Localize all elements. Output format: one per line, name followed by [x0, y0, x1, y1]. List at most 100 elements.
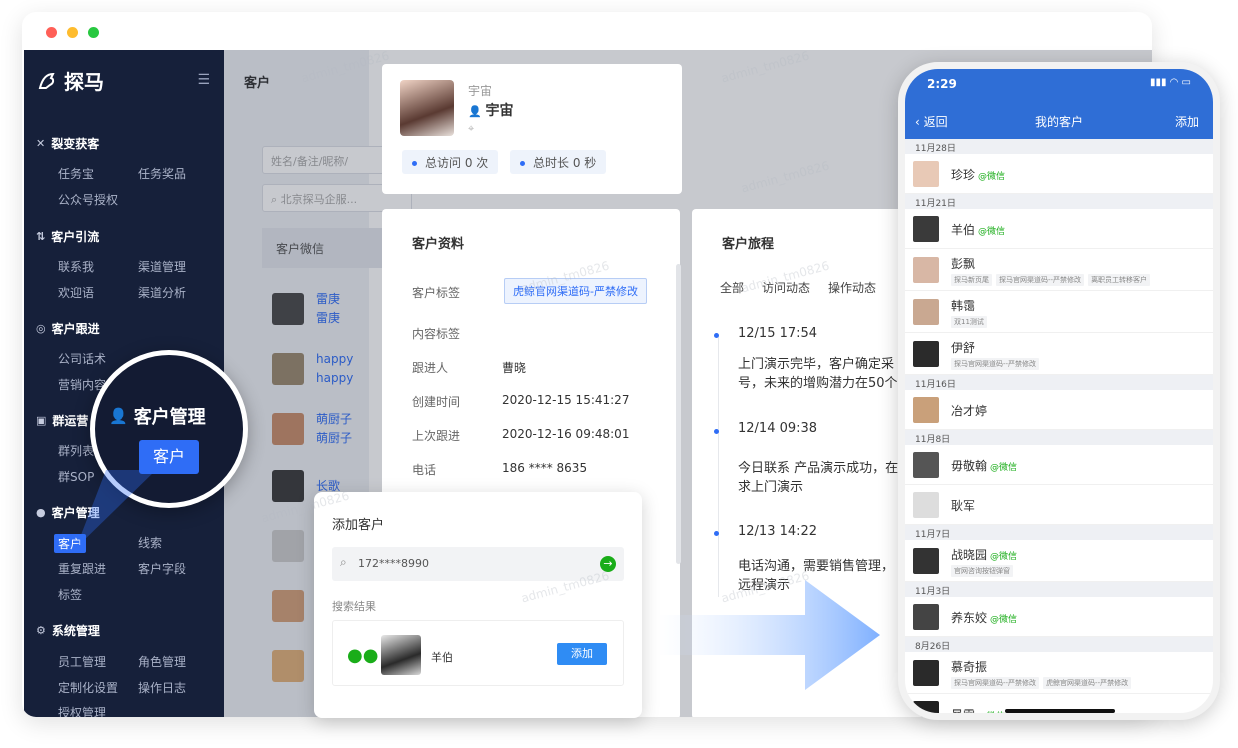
section-group[interactable]: ▣ 群运营 — [36, 412, 88, 429]
menu-channel-manage[interactable]: 渠道管理 — [138, 258, 186, 275]
field-value: 186 **** 8635 — [502, 461, 588, 475]
phone-add-button[interactable]: 添加 — [1175, 113, 1199, 130]
results-label: 搜索结果 — [332, 600, 376, 613]
minimize-dot[interactable] — [67, 27, 78, 38]
add-button[interactable]: 添加 — [557, 643, 607, 665]
section-system[interactable]: ⚙ 系统管理 — [36, 622, 100, 639]
customer-name: 韩霭 — [951, 297, 975, 314]
customer-tag: 探马官网渠道码--严禁修改 — [951, 358, 1040, 370]
profile-subname: 宇宙 — [468, 84, 493, 98]
field-label: 内容标签 — [412, 327, 461, 341]
customer-name: 珍珍 @微信 — [951, 166, 1005, 183]
search-icon: ⌕ — [340, 555, 347, 569]
menu-task-bao[interactable]: 任务宝 — [58, 165, 94, 182]
list-item[interactable]: 羊伯 @微信 — [905, 209, 1213, 249]
wechat-label: @微信 — [978, 227, 1006, 237]
avatar — [913, 341, 939, 367]
customer-name-text: 慕奇振 — [951, 660, 988, 674]
tag-list: 探马官网渠道码--严禁修改 — [951, 358, 1040, 370]
wechat-label: @微信 — [978, 172, 1006, 182]
event-date: 12/15 17:54 — [738, 326, 818, 341]
customer-name-text: 伊舒 — [951, 341, 976, 355]
customer-name: 彭飘 — [951, 255, 975, 272]
menu-contact-me[interactable]: 联系我 — [58, 258, 94, 275]
menu-auth-manage[interactable]: 授权管理 — [58, 704, 106, 717]
date-header: 11月21日 — [905, 194, 1213, 209]
chevron-left-icon: ‹ — [915, 115, 924, 129]
menu-scripts[interactable]: 公司话术 — [58, 350, 106, 367]
list-item[interactable]: 珍珍 @微信 — [905, 154, 1213, 194]
event-date: 12/13 14:22 — [738, 524, 818, 539]
brand-name: 探马 — [64, 70, 104, 94]
scrollbar[interactable] — [676, 264, 681, 564]
close-dot[interactable] — [46, 27, 57, 38]
total-visits-badge: 总访问 0 次 — [402, 150, 499, 174]
menu-operation-log[interactable]: 操作日志 — [138, 679, 186, 696]
wechat-label: @微信 — [990, 615, 1018, 625]
menu-custom-settings[interactable]: 定制化设置 — [58, 679, 118, 696]
section-fission[interactable]: ✕ 裂变获客 — [36, 135, 99, 152]
customer-name: 耿军 — [951, 497, 975, 514]
customer-button[interactable]: 客户 — [139, 440, 199, 474]
collapse-menu-icon[interactable]: ☰ — [197, 72, 210, 88]
customer-name-text: 养东姣 — [951, 611, 988, 625]
list-item[interactable]: 冶才婷 — [905, 390, 1213, 430]
tag-list: 官网咨询按钮弹窗 — [951, 565, 1013, 577]
tab-operation[interactable]: 操作动态 — [828, 279, 876, 296]
list-item[interactable]: 伊舒探马官网渠道码--严禁修改 — [905, 333, 1213, 375]
list-item[interactable]: 韩霭 双11测试 — [905, 291, 1213, 333]
field-label: 上次跟进 — [412, 429, 461, 443]
list-item[interactable]: 彭飘 探马新页尾 探马官网渠道码--严禁修改 离职员工转移客户 — [905, 249, 1213, 291]
menu-staff[interactable]: 员工管理 — [58, 653, 106, 670]
maximize-dot[interactable] — [88, 27, 99, 38]
menu-repeat-follow[interactable]: 重复跟进 — [58, 560, 106, 577]
menu-welcome[interactable]: 欢迎语 — [58, 284, 94, 301]
phone-title: 我的客户 — [1034, 115, 1083, 129]
menu-mp-auth[interactable]: 公众号授权 — [58, 191, 118, 208]
wechat-label: @微信 — [978, 712, 1006, 720]
menu-channel-analysis[interactable]: 渠道分析 — [138, 284, 186, 301]
date-header: 11月8日 — [905, 430, 1213, 445]
window-controls — [46, 27, 99, 38]
phone-customer-list: 11月28日 珍珍 @微信 11月21日 羊伯 @微信 彭飘 探马新页尾 探马官网渠道码--严禁… — [905, 139, 1213, 720]
event-text: 上门演示完毕，客户确定采 号，未来的增购潜力在50个 — [738, 357, 898, 391]
avatar — [913, 604, 939, 630]
event-date: 12/14 09:38 — [738, 421, 818, 436]
customer-name-text: 耿军 — [951, 499, 976, 513]
wechat-label: @微信 — [990, 552, 1018, 562]
wechat-icon: ●● — [347, 645, 379, 666]
field-value: 2020-12-15 15:41:27 — [502, 393, 630, 407]
field-value: 2020-12-16 09:48:01 — [502, 427, 630, 441]
menu-group-list[interactable]: 群列表 — [58, 442, 94, 459]
list-item[interactable]: 暴震 @微信 — [905, 694, 1213, 720]
traffic-icon: ⇅ — [36, 230, 46, 243]
section-followup[interactable]: ◎ 客户跟进 — [36, 320, 100, 337]
menu-roles[interactable]: 角色管理 — [138, 653, 186, 670]
customer-name-text: 毋敬翰 — [951, 459, 988, 473]
customer-tag: 探马官网渠道码--严禁修改 — [951, 677, 1040, 689]
avatar — [913, 216, 939, 242]
menu-customer-field[interactable]: 客户字段 — [138, 560, 186, 577]
customer-name-text: 暴震 — [951, 708, 976, 720]
menu-tags[interactable]: 标签 — [58, 586, 82, 603]
back-button[interactable]: ‹ 返回 — [915, 113, 948, 130]
list-item[interactable]: 耿军 — [905, 485, 1213, 525]
list-item[interactable]: 养东姣 @微信 — [905, 597, 1213, 637]
location-icon: ⌖ — [468, 122, 475, 135]
list-item[interactable]: 毋敬翰 @微信 — [905, 445, 1213, 485]
customer-name-text: 战晓园 — [951, 548, 988, 562]
section-lead[interactable]: ⇅ 客户引流 — [36, 228, 99, 245]
avatar — [913, 492, 939, 518]
field-value: 曹晓 — [502, 361, 527, 375]
menu-task-prize[interactable]: 任务奖品 — [138, 165, 186, 182]
date-header: 8月26日 — [905, 637, 1213, 652]
settings-icon: ⚙ — [36, 624, 46, 637]
total-duration-badge: 总时长 0 秒 — [510, 150, 607, 174]
person-icon: 👤 — [468, 105, 486, 118]
list-item[interactable]: 慕奇振 探马官网渠道码--严禁修改 虎鲸官网渠道码--严禁修改 — [905, 652, 1213, 694]
share-icon: ✕ — [36, 137, 46, 150]
avatar — [913, 452, 939, 478]
list-item[interactable]: 战晓园 @微信官网咨询按钮弹窗 — [905, 540, 1213, 582]
profile-card: 宇宙 👤 宇宙 ⌖ 总访问 0 次 总时长 0 秒 — [382, 64, 682, 194]
dot-icon — [520, 161, 525, 166]
